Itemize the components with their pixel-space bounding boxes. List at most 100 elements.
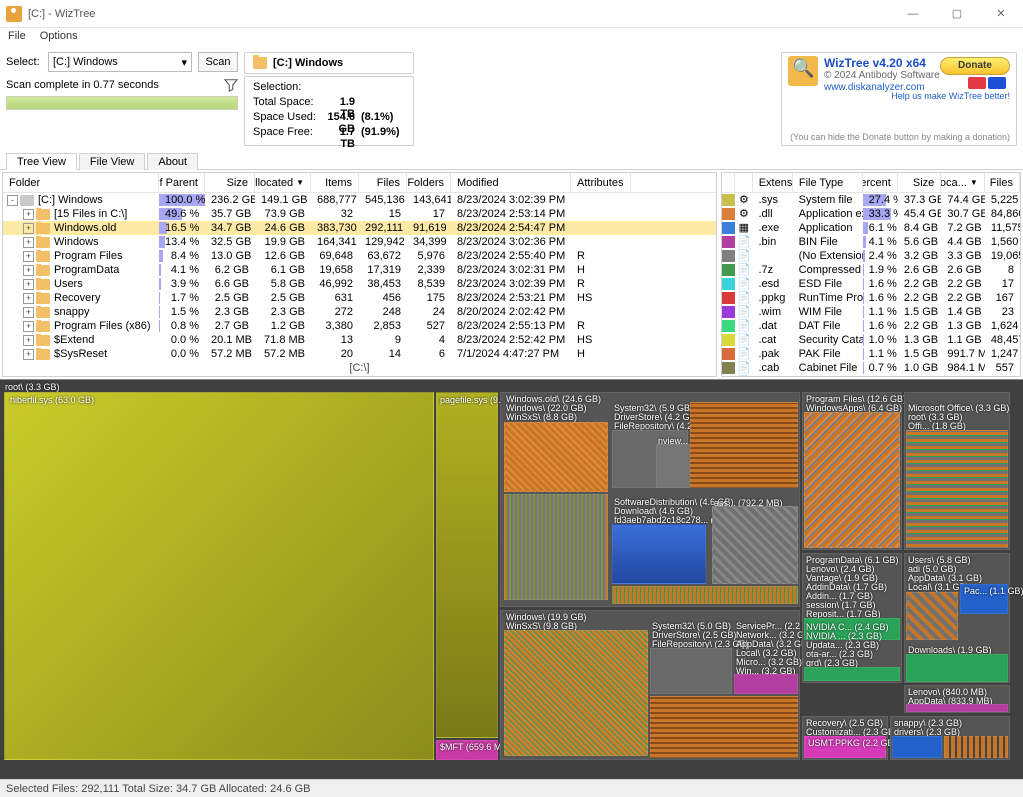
folder-icon [36,265,50,276]
col-folders[interactable]: Folders [407,173,451,192]
donate-button[interactable]: Donate [940,57,1010,75]
treemap[interactable]: root\ (3.3 GB) hiberfil.sys (63.0 GB) pa… [0,379,1023,779]
table-row[interactable]: 📄.binBIN File4.1 %5.6 GB4.4 GB1,560 [722,235,1020,249]
expand-toggle[interactable]: + [23,223,34,234]
table-row[interactable]: 📄.wimWIM File1.1 %1.5 GB1.4 GB23 [722,305,1020,319]
table-row[interactable]: 📄(No Extension)2.4 %3.2 GB3.3 GB19,065 [722,249,1020,263]
color-swatch [722,278,735,290]
tm-pagefile[interactable] [436,392,498,738]
col-size[interactable]: Size [205,173,255,192]
color-swatch [722,194,735,206]
col-icon[interactable] [735,173,752,192]
table-row[interactable]: +[15 Files in C:\]49.6 %35.7 GB73.9 GB32… [3,207,716,221]
col-filetype[interactable]: File Type [793,173,863,192]
menu-file[interactable]: File [8,30,26,46]
expand-toggle[interactable]: + [23,335,34,346]
table-row[interactable]: ⚙.dllApplication exte33.3 %45.4 GB30.7 G… [722,207,1020,221]
table-row[interactable]: 📄.msiWindows Installe0.6 %886.2 MB886.2 … [722,375,1020,376]
expand-toggle[interactable]: + [23,251,34,262]
tm-mft[interactable] [436,740,498,760]
col-folder[interactable]: Folder [3,173,159,192]
folder-icon [36,321,50,332]
tab-tree-view[interactable]: Tree View [6,153,77,170]
scan-status: Scan complete in 0.77 seconds [6,79,159,91]
folder-name: Windows [54,236,99,248]
expand-toggle[interactable]: + [23,237,34,248]
table-row[interactable]: +Program Files8.4 %13.0 GB12.6 GB69,6486… [3,249,716,263]
table-row[interactable]: 📄.pakPAK File1.1 %1.5 GB991.7 MB1,247 [722,347,1020,361]
filter-icon[interactable] [224,78,238,92]
tab-about[interactable]: About [147,153,198,170]
expand-toggle[interactable]: + [23,293,34,304]
help-text: Help us make WizTree better! [891,91,1010,101]
breadcrumb[interactable]: [C:] Windows [244,52,414,74]
table-row[interactable]: +$SysReset0.0 %57.2 MB57.2 MB201467/1/20… [3,347,716,360]
color-swatch [722,250,735,262]
expand-toggle[interactable]: + [23,321,34,332]
col-swatch[interactable] [722,173,735,192]
minimize-button[interactable]: — [891,0,935,28]
filetype-icon: 📄 [737,291,751,305]
table-row[interactable]: -[C:] Windows100.0 %236.2 GB149.1 GB688,… [3,193,716,207]
tab-file-view[interactable]: File View [79,153,145,170]
tm-hiberfil[interactable] [4,392,434,760]
col-ext-files[interactable]: Files [985,173,1020,192]
expand-toggle[interactable]: - [7,195,18,206]
filetype-icon: 📄 [737,235,751,249]
table-row[interactable]: 📄.datDAT File1.6 %2.2 GB1.3 GB1,624 [722,319,1020,333]
table-row[interactable]: 📄.ppkgRunTime Provisi1.6 %2.2 GB2.2 GB16… [722,291,1020,305]
table-row[interactable]: 📄.esdESD File1.6 %2.2 GB2.2 GB17 [722,277,1020,291]
selection-stats: Selected Files: 292,111 Total Size: 34.7… [6,783,311,795]
col-items[interactable]: Items [311,173,359,192]
col-modified[interactable]: Modified [451,173,571,192]
table-row[interactable]: 📄.7zCompressed Arc1.9 %2.6 GB2.6 GB8 [722,263,1020,277]
app-name: WizTree v4.20 x64 [824,56,940,70]
col-ext-alloc[interactable]: Alloca...▼ [941,173,984,192]
title-bar: [C:] - WizTree — ▢ ✕ [0,0,1023,28]
expand-toggle[interactable]: + [23,307,34,318]
table-row[interactable]: +Windows13.4 %32.5 GB19.9 GB164,341129,9… [3,235,716,249]
table-row[interactable]: +Program Files (x86)0.8 %2.7 GB1.2 GB3,3… [3,319,716,333]
folder-name: [15 Files in C:\] [54,208,127,220]
col-files[interactable]: Files [359,173,407,192]
color-swatch [722,264,735,276]
expand-toggle[interactable]: + [23,209,34,220]
table-row[interactable]: ▦.exeApplication6.1 %8.4 GB7.2 GB11,575 [722,221,1020,235]
table-row[interactable]: +snappy1.5 %2.3 GB2.3 GB272248248/20/202… [3,305,716,319]
col-ext-size[interactable]: Size [898,173,941,192]
col-ext-pct[interactable]: Percent [863,173,898,192]
expand-toggle[interactable]: + [23,265,34,276]
folder-icon [36,293,50,304]
folder-name: Program Files (x86) [54,320,151,332]
drive-select[interactable]: [C:] Windows ▾ [48,52,192,72]
table-row[interactable]: +ProgramData4.1 %6.2 GB6.1 GB19,65817,31… [3,263,716,277]
status-bar: Selected Files: 292,111 Total Size: 34.7… [0,779,1023,797]
folder-icon [36,251,50,262]
space-stats: Selection: Total Space:1.9 TB Space Used… [244,76,414,146]
col-extension[interactable]: Extension [753,173,793,192]
color-swatch [722,348,735,360]
col-pct[interactable]: % of Parent [159,173,205,192]
table-row[interactable]: +Windows.old16.5 %34.7 GB24.6 GB383,7302… [3,221,716,235]
folder-icon [36,209,50,220]
maximize-button[interactable]: ▢ [935,0,979,28]
table-row[interactable]: +$Extend0.0 %20.1 MB71.8 MB13948/23/2024… [3,333,716,347]
table-row[interactable]: +Users3.9 %6.6 GB5.8 GB46,99238,4538,539… [3,277,716,291]
close-button[interactable]: ✕ [979,0,1023,28]
table-row[interactable]: 📄.cabCabinet File0.7 %1.0 GB984.1 MB557 [722,361,1020,375]
expand-toggle[interactable]: + [23,349,34,360]
folder-name: Users [54,278,83,290]
table-row[interactable]: +Recovery1.7 %2.5 GB2.5 GB6314561758/23/… [3,291,716,305]
scan-button[interactable]: Scan [198,52,238,72]
table-row[interactable]: ⚙.sysSystem file27.4 %37.3 GB74.4 GB5,22… [722,193,1020,207]
color-swatch [722,208,735,220]
col-allocated[interactable]: Allocated▼ [255,173,311,192]
menu-options[interactable]: Options [40,30,78,46]
table-row[interactable]: 📄.catSecurity Catalog1.0 %1.3 GB1.1 GB48… [722,333,1020,347]
col-attributes[interactable]: Attributes [571,173,631,192]
sort-desc-icon: ▼ [970,178,978,187]
expand-toggle[interactable]: + [23,279,34,290]
filetype-icon: 📄 [737,305,751,319]
filetype-icon: 📄 [737,277,751,291]
folder-name: Windows.old [54,222,116,234]
